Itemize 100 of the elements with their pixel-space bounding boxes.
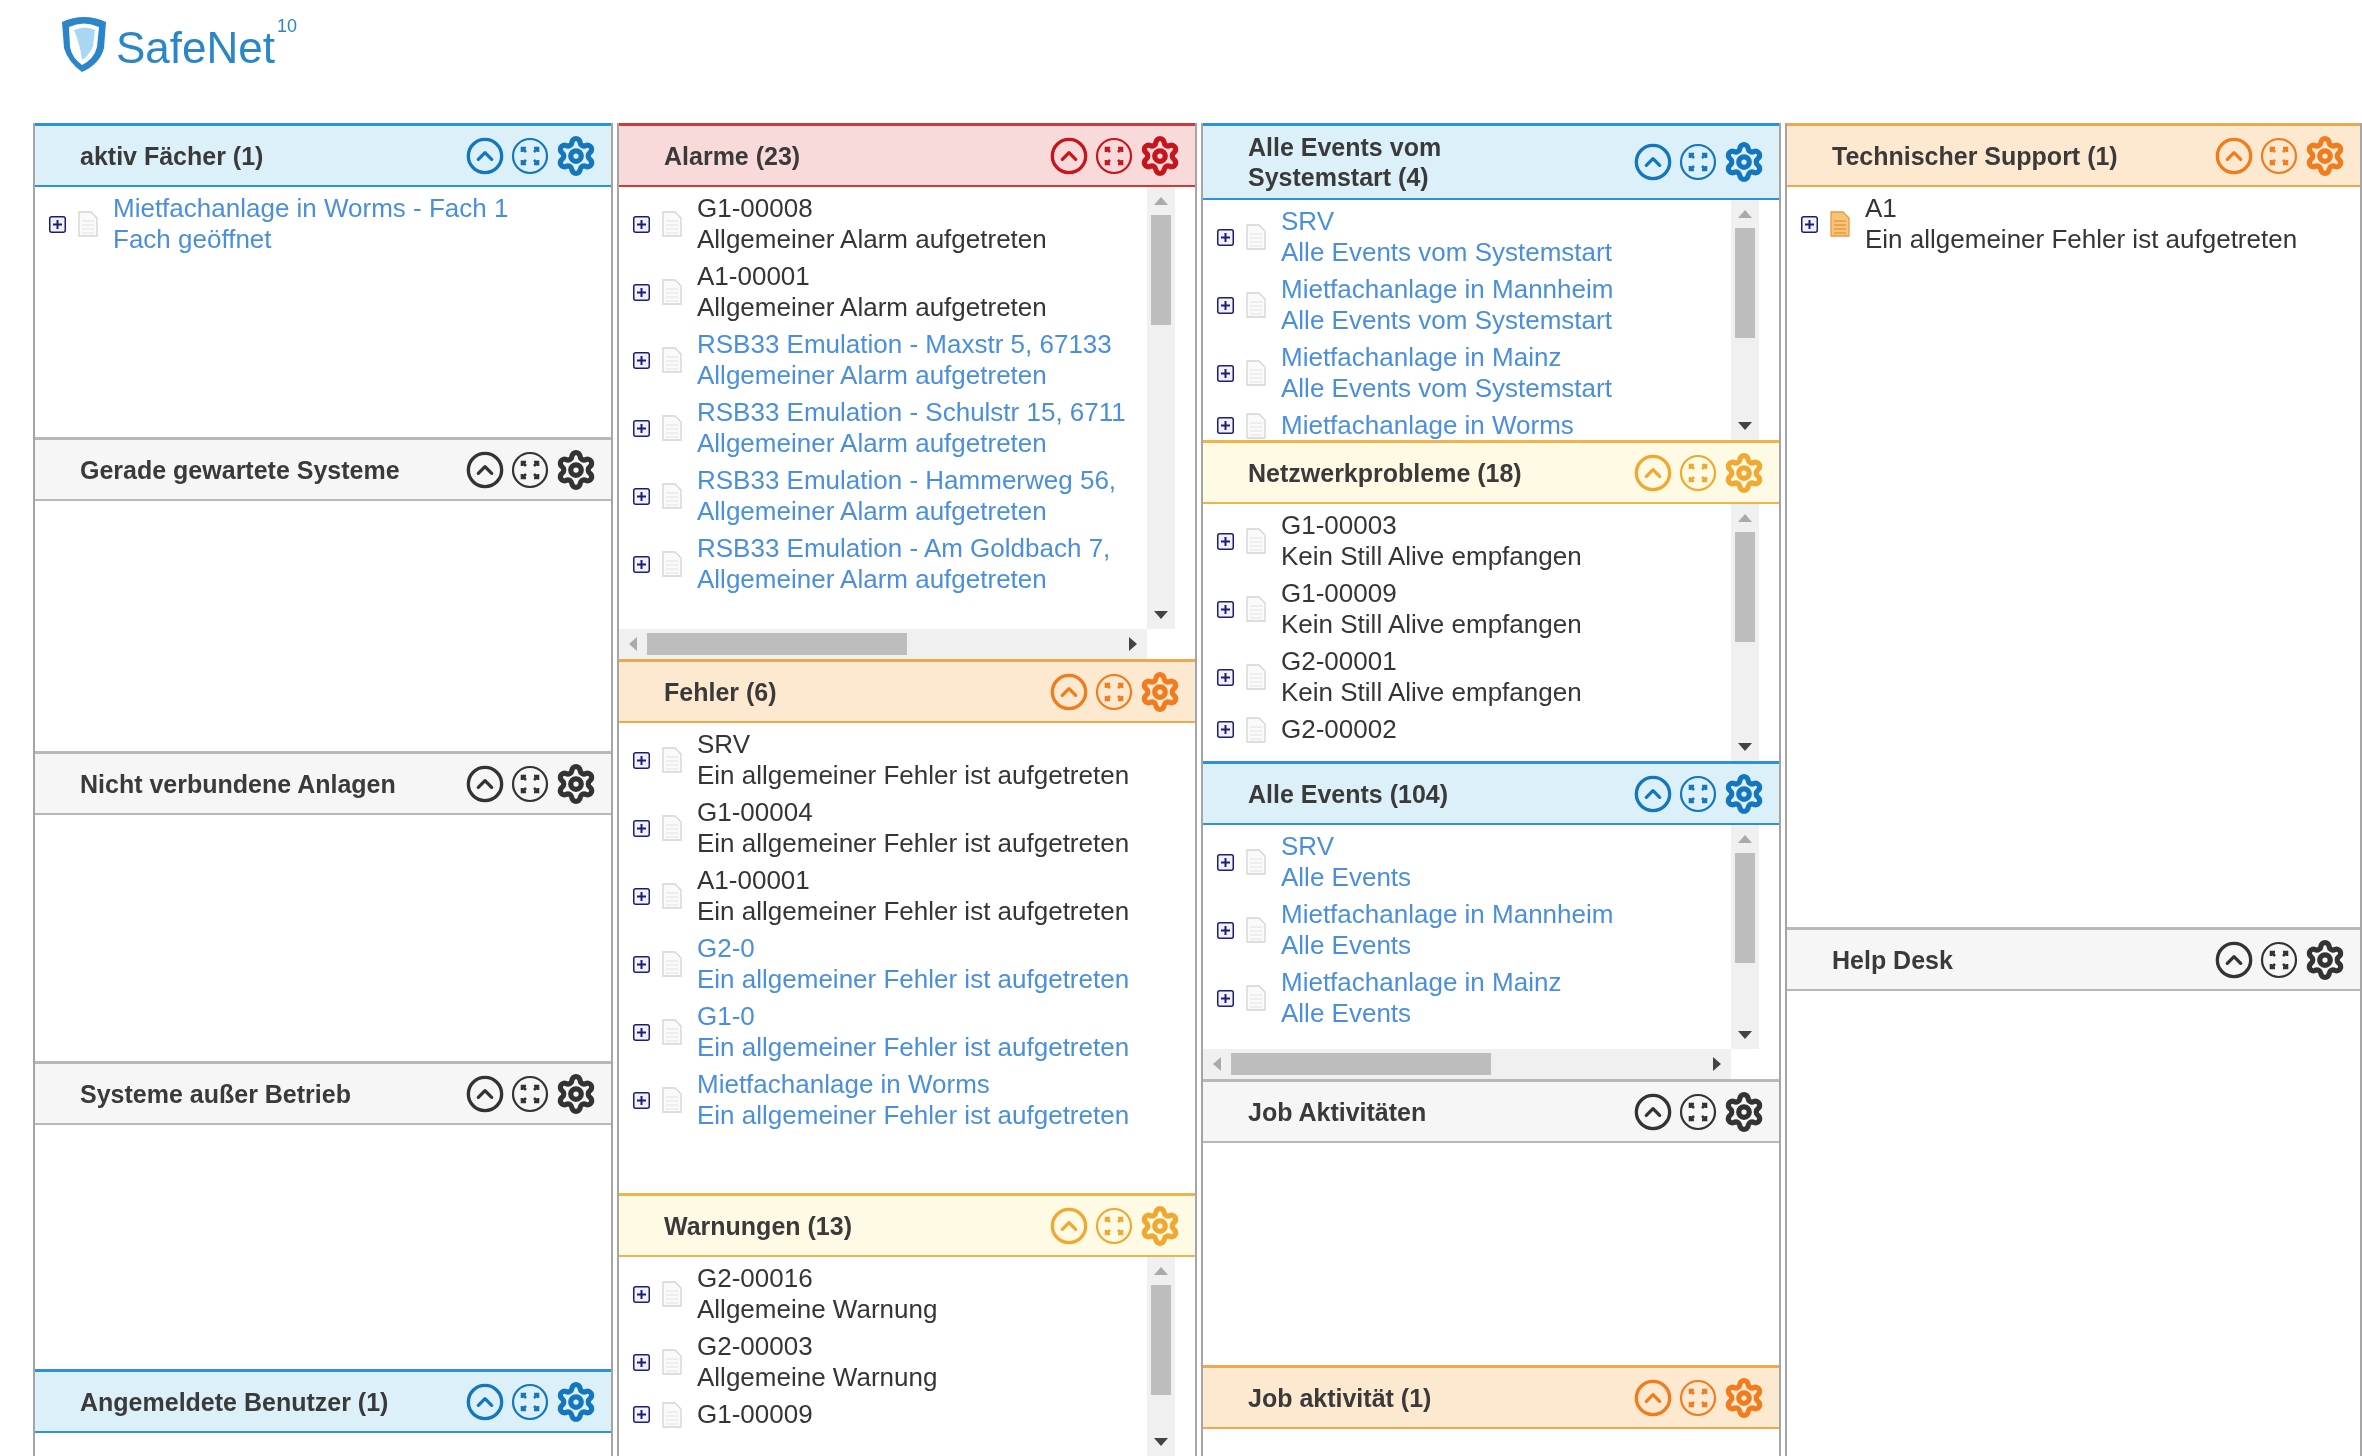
- expand-toggle-icon[interactable]: [633, 487, 650, 505]
- expand-toggle-icon[interactable]: [49, 215, 66, 233]
- item-link[interactable]: Mietfachanlage in Worms - Fach 1: [113, 193, 509, 224]
- expand-toggle-icon[interactable]: [1217, 853, 1234, 871]
- collapse-icon[interactable]: [465, 1073, 505, 1114]
- vertical-scrollbar[interactable]: [1147, 187, 1175, 629]
- item-link[interactable]: Mietfachanlage in Worms: [1281, 410, 1574, 440]
- item-title: G2-00003: [697, 1331, 814, 1362]
- expand-toggle-icon[interactable]: [1217, 364, 1234, 382]
- item-link[interactable]: Mietfachanlage in Mannheim: [1281, 899, 1614, 930]
- expand-toggle-icon[interactable]: [633, 955, 650, 973]
- expand-toggle-icon[interactable]: [633, 819, 650, 837]
- expand-icon[interactable]: [1679, 1092, 1717, 1131]
- item-link[interactable]: Allgemeiner Alarm aufgetreten: [697, 564, 1111, 595]
- panel-title: Netzwerkprobleme (18): [1248, 457, 1522, 488]
- item-title: SRV: [697, 729, 751, 760]
- settings-icon[interactable]: [555, 1072, 597, 1115]
- item-link[interactable]: Ein allgemeiner Fehler ist aufgetreten: [697, 964, 1130, 995]
- panel-title: Alle Events (104): [1248, 778, 1449, 809]
- item-link[interactable]: RSB33 Emulation - Schulstr 15, 6711: [697, 397, 1126, 428]
- collapse-icon[interactable]: [465, 763, 505, 804]
- expand-toggle-icon[interactable]: [1217, 600, 1234, 618]
- horizontal-scrollbar[interactable]: [1203, 1049, 1731, 1079]
- item-link[interactable]: Mietfachanlage in Mainz: [1281, 342, 1612, 373]
- item-link[interactable]: Allgemeiner Alarm aufgetreten: [697, 496, 1117, 527]
- panel-title: Angemeldete Benutzer (1): [80, 1386, 389, 1417]
- expand-toggle-icon[interactable]: [1217, 668, 1234, 686]
- expand-toggle-icon[interactable]: [633, 419, 650, 437]
- expand-toggle-icon[interactable]: [633, 351, 650, 369]
- expand-toggle-icon[interactable]: [633, 887, 650, 905]
- collapse-icon[interactable]: [465, 449, 505, 490]
- item-link[interactable]: SRV: [1281, 831, 1412, 862]
- expand-toggle-icon[interactable]: [1217, 417, 1234, 434]
- item-link[interactable]: RSB33 Emulation - Am Goldbach 7,: [697, 533, 1111, 564]
- item-link[interactable]: Alle Events vom Systemstart: [1281, 373, 1612, 404]
- item-message: Allgemeine Warnung: [697, 1294, 938, 1325]
- expand-toggle-icon[interactable]: [1217, 228, 1234, 246]
- expand-toggle-icon[interactable]: [1217, 532, 1234, 550]
- vertical-scrollbar[interactable]: [1147, 1257, 1175, 1456]
- item-link[interactable]: Allgemeiner Alarm aufgetreten: [697, 428, 1126, 459]
- item-link[interactable]: Allgemeiner Alarm aufgetreten: [697, 360, 1112, 391]
- expand-toggle-icon[interactable]: [1217, 721, 1234, 738]
- item-link[interactable]: G2-0: [697, 933, 1130, 964]
- item-title: G1-00009: [697, 1399, 813, 1430]
- expand-icon[interactable]: [511, 1074, 549, 1113]
- expand-toggle-icon[interactable]: [1801, 215, 1818, 233]
- expand-icon[interactable]: [511, 450, 549, 489]
- expand-toggle-icon[interactable]: [633, 215, 650, 233]
- expand-toggle-icon[interactable]: [633, 1023, 650, 1041]
- item-link[interactable]: Alle Events: [1281, 862, 1412, 893]
- item-title: G1-00003: [1281, 510, 1398, 541]
- expand-toggle-icon[interactable]: [633, 1091, 650, 1109]
- expand-toggle-icon[interactable]: [1217, 296, 1234, 314]
- expand-toggle-icon[interactable]: [633, 751, 650, 769]
- expand-toggle-icon[interactable]: [633, 1353, 650, 1371]
- expand-toggle-icon[interactable]: [633, 1285, 650, 1303]
- expand-toggle-icon[interactable]: [1217, 989, 1234, 1007]
- item-title: G1-00004: [697, 797, 814, 828]
- settings-icon[interactable]: [1723, 1090, 1765, 1133]
- settings-icon[interactable]: [555, 448, 597, 491]
- item-link[interactable]: SRV: [1281, 206, 1612, 237]
- item-link[interactable]: Fach geöffnet: [113, 224, 509, 255]
- expand-toggle-icon[interactable]: [633, 555, 650, 573]
- item-link[interactable]: Mietfachanlage in Mainz: [1281, 967, 1562, 998]
- settings-icon[interactable]: [555, 762, 597, 805]
- item-link[interactable]: Alle Events vom Systemstart: [1281, 237, 1612, 268]
- panel-title: Alle Events vom Systemstart (4): [1248, 132, 1443, 192]
- panel-title: Technischer Support (1): [1832, 140, 2118, 171]
- item-title: A1: [1865, 193, 1898, 224]
- collapse-icon[interactable]: [1633, 1091, 1673, 1132]
- panel-title: aktiv Fächer (1): [80, 140, 264, 171]
- item-link[interactable]: Alle Events: [1281, 930, 1614, 961]
- item-link[interactable]: Alle Events vom Systemstart: [1281, 305, 1614, 336]
- item-link[interactable]: Mietfachanlage in Worms: [697, 1069, 1130, 1100]
- collapse-icon[interactable]: [2214, 939, 2254, 980]
- expand-icon[interactable]: [2260, 940, 2298, 979]
- item-link[interactable]: Ein allgemeiner Fehler ist aufgetreten: [697, 1100, 1130, 1131]
- item-link[interactable]: Alle Events: [1281, 998, 1562, 1029]
- item-title: A1-00001: [697, 261, 811, 292]
- settings-icon[interactable]: [2304, 938, 2346, 981]
- expand-icon[interactable]: [511, 764, 549, 803]
- panel-title: Nicht verbundene Anlagen: [80, 768, 396, 799]
- item-title: G2-00001: [1281, 646, 1398, 677]
- logo-version: 10: [277, 16, 297, 37]
- expand-toggle-icon[interactable]: [633, 283, 650, 301]
- item-link[interactable]: RSB33 Emulation - Maxstr 5, 67133: [697, 329, 1112, 360]
- horizontal-scrollbar[interactable]: [619, 629, 1147, 659]
- vertical-scrollbar[interactable]: [1731, 825, 1759, 1049]
- expand-toggle-icon[interactable]: [1217, 921, 1234, 939]
- item-title: A1-00001: [697, 865, 811, 896]
- vertical-scrollbar[interactable]: [1731, 504, 1759, 761]
- vertical-scrollbar[interactable]: [1731, 200, 1759, 440]
- item-link[interactable]: Ein allgemeiner Fehler ist aufgetreten: [697, 1032, 1130, 1063]
- item-link[interactable]: G1-0: [697, 1001, 1130, 1032]
- panel-title: Fehler (6): [664, 676, 777, 707]
- item-message: Allgemeine Warnung: [697, 1362, 938, 1393]
- expand-toggle-icon[interactable]: [633, 1406, 650, 1423]
- item-message: Kein Still Alive empfangen: [1281, 609, 1582, 640]
- item-link[interactable]: Mietfachanlage in Mannheim: [1281, 274, 1614, 305]
- item-link[interactable]: RSB33 Emulation - Hammerweg 56,: [697, 465, 1117, 496]
